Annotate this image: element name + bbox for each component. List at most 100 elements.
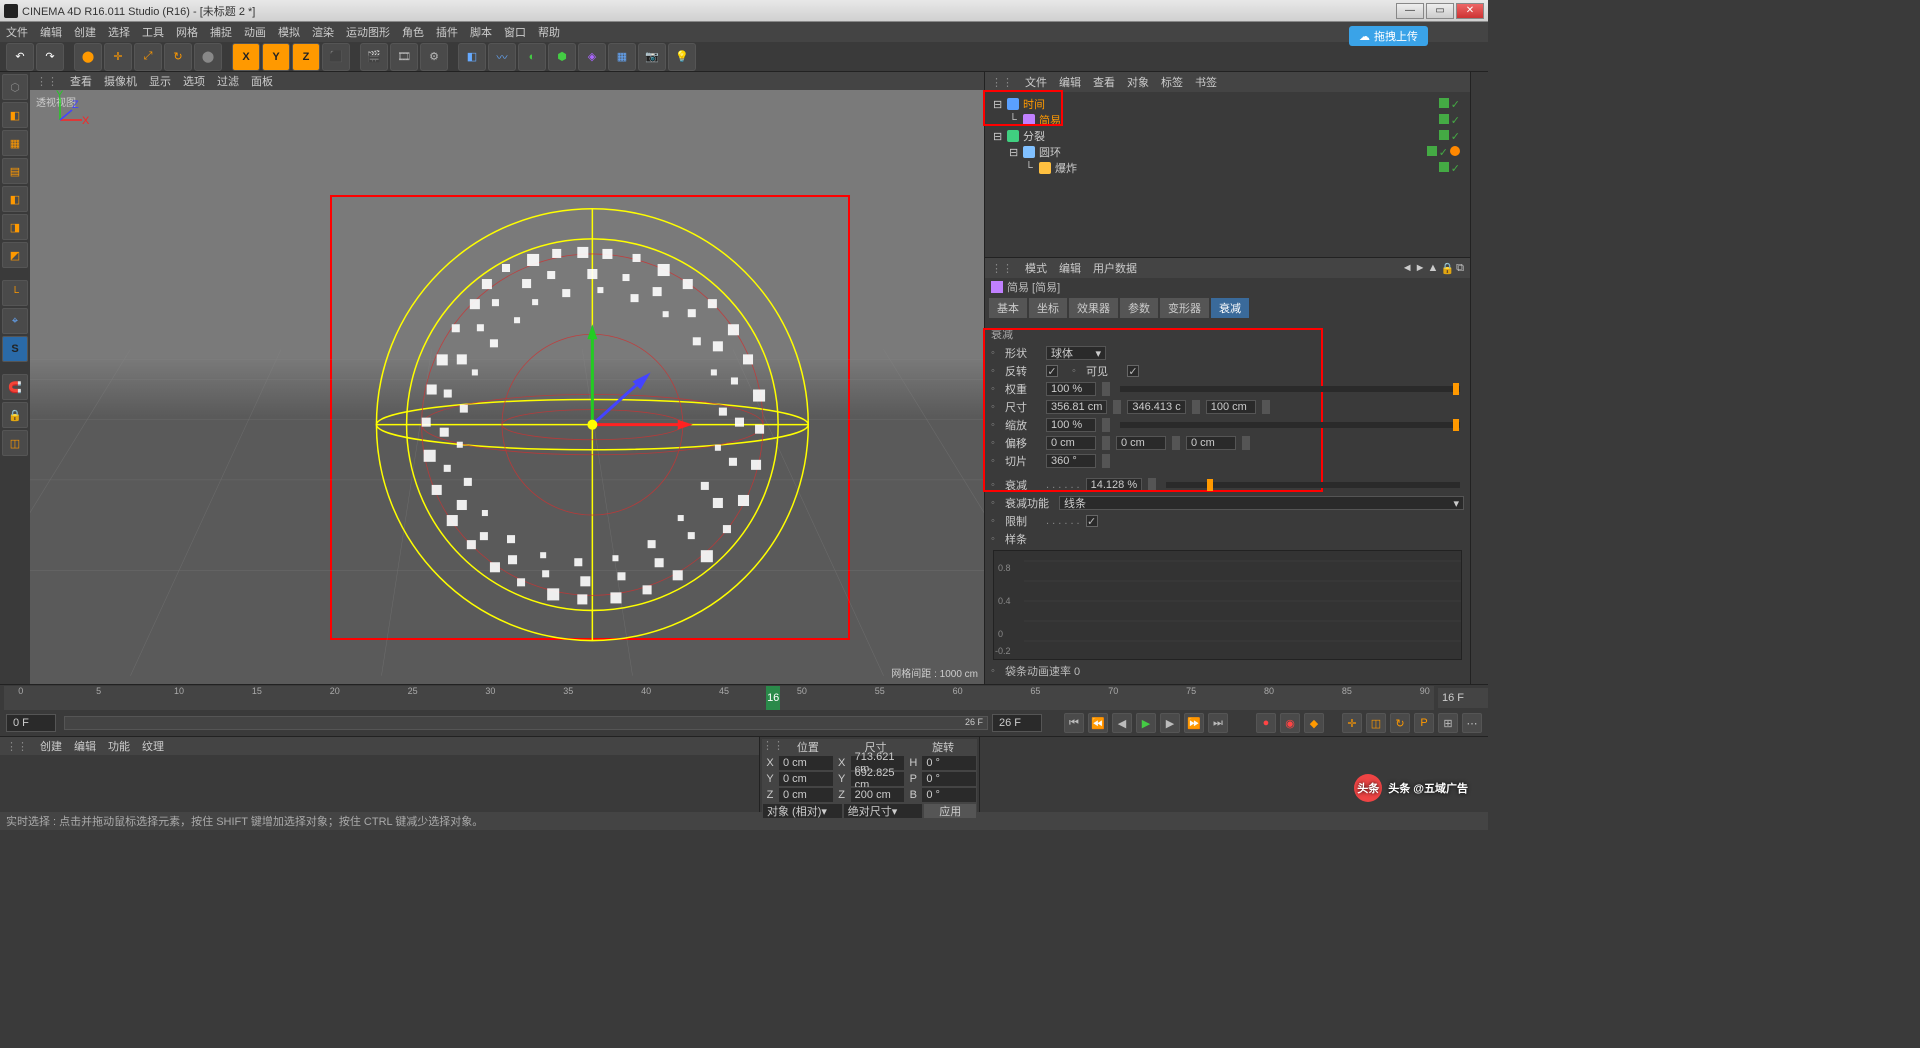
limit-checkbox[interactable]: ✓ xyxy=(1086,515,1098,527)
snap-button[interactable]: S xyxy=(2,336,28,362)
fallfn-dropdown[interactable]: 线条 ▾ xyxy=(1059,496,1464,510)
rotate-tool[interactable]: ↻ xyxy=(164,43,192,71)
view-menu-view[interactable]: 查看 xyxy=(70,73,92,89)
menu-plugins[interactable]: 插件 xyxy=(436,24,458,40)
weights-button[interactable]: ◫ xyxy=(2,430,28,456)
om-menu-bookmarks[interactable]: 书签 xyxy=(1195,74,1217,90)
range-start-field[interactable]: 0 F xyxy=(6,714,56,732)
render-settings-button[interactable]: ⚙ xyxy=(420,43,448,71)
undo-button[interactable]: ↶ xyxy=(6,43,34,71)
camera-button[interactable]: 📷 xyxy=(638,43,666,71)
coord-mode-dropdown[interactable]: 对象 (相对) ▾ xyxy=(762,803,843,819)
tab-basic[interactable]: 基本 xyxy=(989,298,1027,318)
attr-menu-userdata[interactable]: 用户数据 xyxy=(1093,260,1137,276)
view-menu-camera[interactable]: 摄像机 xyxy=(104,73,137,89)
tree-row-fracture[interactable]: ⊟ 分裂 ✓ xyxy=(989,128,1466,144)
magnet-button[interactable]: 🧲 xyxy=(2,374,28,400)
polygon-mode-button[interactable]: ◩ xyxy=(2,242,28,268)
make-editable-button[interactable]: ⬡ xyxy=(2,74,28,100)
om-menu-edit[interactable]: 编辑 xyxy=(1059,74,1081,90)
range-scrubber[interactable]: 26 F xyxy=(64,716,988,730)
attr-menu-mode[interactable]: 模式 xyxy=(1025,260,1047,276)
key-options-button[interactable]: ⋯ xyxy=(1462,713,1482,733)
mat-menu-edit[interactable]: 编辑 xyxy=(74,738,96,754)
menu-file[interactable]: 文件 xyxy=(6,24,28,40)
x-axis-button[interactable]: X xyxy=(232,43,260,71)
pos-y-field[interactable]: 0 cm xyxy=(778,771,834,787)
falloff-slider[interactable] xyxy=(1166,482,1460,488)
timeline-end-field[interactable]: 16 F xyxy=(1438,688,1488,708)
scale-tool[interactable]: ⤢ xyxy=(134,43,162,71)
key-pla-button[interactable]: ⊞ xyxy=(1438,713,1458,733)
key-param-button[interactable]: P xyxy=(1414,713,1434,733)
view-menu-options[interactable]: 选项 xyxy=(183,73,205,89)
pos-x-field[interactable]: 0 cm xyxy=(778,755,834,771)
autokey-button[interactable]: ◉ xyxy=(1280,713,1300,733)
keyframe-button[interactable]: ◆ xyxy=(1304,713,1324,733)
point-mode-button[interactable]: ◧ xyxy=(2,186,28,212)
last-tool[interactable]: ⬤ xyxy=(194,43,222,71)
menu-animate[interactable]: 动画 xyxy=(244,24,266,40)
menu-create[interactable]: 创建 xyxy=(74,24,96,40)
key-scale-button[interactable]: ◫ xyxy=(1366,713,1386,733)
size-mode-dropdown[interactable]: 绝对尺寸 ▾ xyxy=(843,803,924,819)
view-menu-panel[interactable]: 面板 xyxy=(251,73,273,89)
timeline-ruler[interactable]: 16 051015202530354045505560657075808590 xyxy=(4,686,1434,710)
menu-edit[interactable]: 编辑 xyxy=(40,24,62,40)
texture-mode-button[interactable]: ▦ xyxy=(2,130,28,156)
mat-menu-function[interactable]: 功能 xyxy=(108,738,130,754)
model-mode-button[interactable]: ◧ xyxy=(2,102,28,128)
key-pos-button[interactable]: ✛ xyxy=(1342,713,1362,733)
tab-effector[interactable]: 效果器 xyxy=(1069,298,1118,318)
z-axis-button[interactable]: Z xyxy=(292,43,320,71)
array-button[interactable]: ⬢ xyxy=(548,43,576,71)
menu-simulate[interactable]: 模拟 xyxy=(278,24,300,40)
tab-falloff[interactable]: 衰减 xyxy=(1211,298,1249,318)
tab-parameter[interactable]: 参数 xyxy=(1120,298,1158,318)
menu-render[interactable]: 渲染 xyxy=(312,24,334,40)
nav-up-button[interactable]: ▲ xyxy=(1428,262,1439,275)
tweak-button[interactable]: ⌖ xyxy=(2,308,28,334)
menu-mograph[interactable]: 运动图形 xyxy=(346,24,390,40)
lock-icon[interactable]: 🔒 xyxy=(1440,262,1454,275)
menu-select[interactable]: 选择 xyxy=(108,24,130,40)
y-axis-button[interactable]: Y xyxy=(262,43,290,71)
coord-system-button[interactable]: ⬛ xyxy=(322,43,350,71)
upload-button[interactable]: ☁ 拖拽上传 xyxy=(1349,26,1428,46)
maximize-button[interactable]: ▭ xyxy=(1426,3,1454,19)
menu-snap[interactable]: 捕捉 xyxy=(210,24,232,40)
viewport[interactable]: 透视视图 网格间距 : 1000 cm xyxy=(30,90,984,684)
menu-mesh[interactable]: 网格 xyxy=(176,24,198,40)
mat-menu-create[interactable]: 创建 xyxy=(40,738,62,754)
select-tool[interactable]: ⬤ xyxy=(74,43,102,71)
nav-fwd-button[interactable]: ► xyxy=(1415,262,1426,275)
cube-primitive-button[interactable]: ◧ xyxy=(458,43,486,71)
goto-end-button[interactable]: ⏭ xyxy=(1208,713,1228,733)
object-tree[interactable]: ⊟ 时间 ✓ └ 简易 ✓ ⊟ 分裂 ✓ ⊟ xyxy=(985,92,1470,257)
size-z-field[interactable]: 200 cm xyxy=(850,787,906,803)
om-menu-object[interactable]: 对象 xyxy=(1127,74,1149,90)
workplane-button[interactable]: ▤ xyxy=(2,158,28,184)
edge-mode-button[interactable]: ◨ xyxy=(2,214,28,240)
view-menu-display[interactable]: 显示 xyxy=(149,73,171,89)
prev-frame-button[interactable]: ◀ xyxy=(1112,713,1132,733)
rot-p-field[interactable]: 0 ° xyxy=(921,771,977,787)
nurbs-button[interactable]: ◐ xyxy=(518,43,546,71)
environment-button[interactable]: ▦ xyxy=(608,43,636,71)
om-menu-view[interactable]: 查看 xyxy=(1093,74,1115,90)
apply-button[interactable]: 应用 xyxy=(923,803,977,819)
record-button[interactable]: ● xyxy=(1256,713,1276,733)
om-menu-tags[interactable]: 标签 xyxy=(1161,74,1183,90)
spline-button[interactable]: 〰 xyxy=(488,43,516,71)
tree-row-torus[interactable]: ⊟ 圆环 ✓ xyxy=(989,144,1466,160)
rot-h-field[interactable]: 0 ° xyxy=(921,755,977,771)
range-end-field[interactable]: 26 F xyxy=(992,714,1042,732)
tab-deformer[interactable]: 变形器 xyxy=(1160,298,1209,318)
light-button[interactable]: 💡 xyxy=(668,43,696,71)
goto-next-key-button[interactable]: ⏩ xyxy=(1184,713,1204,733)
timeline[interactable]: 16 051015202530354045505560657075808590 … xyxy=(0,684,1488,710)
lock-button[interactable]: 🔒 xyxy=(2,402,28,428)
menu-window[interactable]: 窗口 xyxy=(504,24,526,40)
mat-menu-texture[interactable]: 纹理 xyxy=(142,738,164,754)
material-manager[interactable] xyxy=(0,755,759,811)
